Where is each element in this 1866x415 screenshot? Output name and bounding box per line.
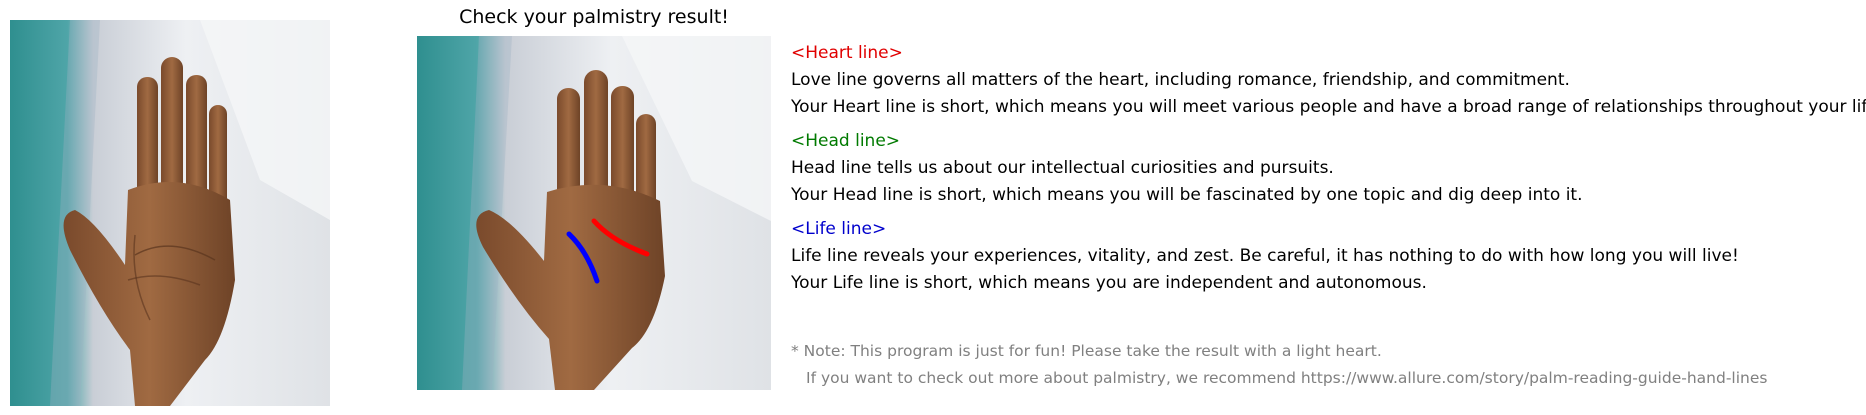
head-line-section: <Head line> Head line tells us about our… — [791, 128, 1861, 209]
original-palm-photo — [10, 20, 330, 406]
heart-line-section: <Heart line> Love line governs all matte… — [791, 40, 1866, 121]
life-line-section: <Life line> Life line reveals your exper… — [791, 216, 1861, 297]
heart-line-description: Love line governs all matters of the hea… — [791, 70, 1570, 90]
annotated-palm-illustration — [417, 36, 771, 390]
heart-line-result: Your Heart line is short, which means yo… — [791, 97, 1866, 117]
palmistry-results: <Heart line> Love line governs all matte… — [791, 40, 1866, 304]
head-line-heading: <Head line> — [791, 131, 901, 151]
head-line-description: Head line tells us about our intellectua… — [791, 158, 1334, 178]
annotated-palm-photo — [417, 36, 771, 390]
disclaimer-line: * Note: This program is just for fun! Pl… — [791, 342, 1382, 360]
life-line-description: Life line reveals your experiences, vita… — [791, 246, 1739, 266]
heart-line-heading: <Heart line> — [791, 43, 903, 63]
palm-photo-illustration — [10, 20, 330, 406]
life-line-heading: <Life line> — [791, 219, 887, 239]
head-line-result: Your Head line is short, which means you… — [791, 185, 1583, 205]
life-line-result: Your Life line is short, which means you… — [791, 273, 1427, 293]
disclaimer-note: * Note: This program is just for fun! Pl… — [791, 338, 1861, 392]
result-title: Check your palmistry result! — [459, 6, 729, 28]
recommendation-line: If you want to check out more about palm… — [806, 369, 1768, 387]
